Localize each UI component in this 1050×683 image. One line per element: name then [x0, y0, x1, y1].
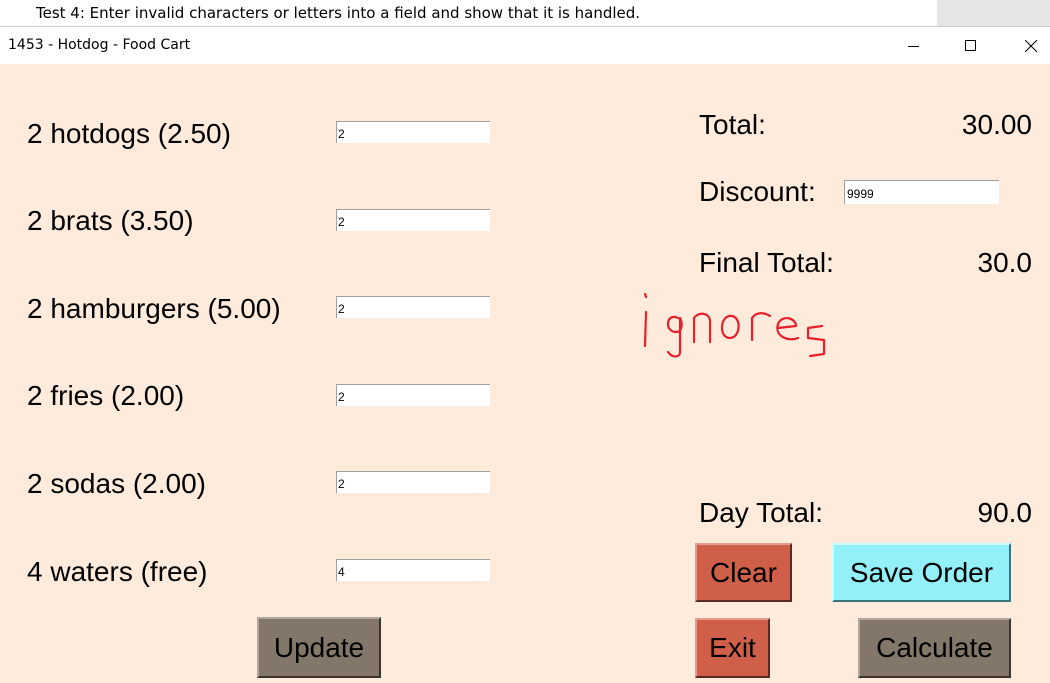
brats-quantity-input[interactable] [336, 209, 490, 231]
close-icon [1025, 39, 1037, 52]
fries-label: 2 fries (2.00) [27, 380, 185, 411]
sodas-label: 2 sodas (2.00) [27, 468, 206, 499]
discount-label: Discount: [699, 176, 816, 207]
calculate-button[interactable]: Calculate [858, 618, 1011, 678]
update-button[interactable]: Update [257, 617, 381, 678]
save-order-button[interactable]: Save Order [832, 543, 1011, 602]
sodas-quantity-input[interactable] [336, 471, 490, 493]
document-side-panel [937, 0, 1050, 26]
total-value: 30.00 [961, 109, 1032, 140]
window-title: 1453 - Hotdog - Food Cart [8, 37, 191, 53]
final-total-value: 30.0 [977, 247, 1033, 278]
waters-quantity-input[interactable] [336, 559, 490, 581]
hamburgers-quantity-input[interactable] [336, 296, 490, 318]
day-total-label: Day Total: [699, 497, 823, 528]
handwritten-ignores-annotation [643, 292, 826, 358]
hotdogs-quantity-input[interactable] [336, 121, 490, 143]
total-label: Total: [699, 109, 766, 140]
final-total-label: Final Total: [699, 247, 834, 278]
maximize-button[interactable] [948, 27, 994, 64]
minimize-icon [908, 45, 919, 47]
hotdogs-label: 2 hotdogs (2.50) [27, 118, 231, 149]
day-total-value: 90.0 [977, 497, 1033, 528]
brats-label: 2 brats (3.50) [27, 205, 194, 236]
exit-button[interactable]: Exit [695, 618, 770, 678]
minimize-button[interactable] [891, 27, 937, 64]
window-titlebar: 1453 - Hotdog - Food Cart [0, 26, 1050, 64]
document-strip: Test 4: Enter invalid characters or lett… [0, 0, 1050, 26]
waters-label: 4 waters (free) [27, 556, 208, 587]
maximize-icon [965, 39, 976, 51]
close-button[interactable] [1008, 27, 1050, 64]
discount-input[interactable] [844, 180, 999, 204]
clear-button[interactable]: Clear [695, 543, 792, 602]
hamburgers-label: 2 hamburgers (5.00) [27, 293, 281, 324]
fries-quantity-input[interactable] [336, 384, 490, 406]
test-caption: Test 4: Enter invalid characters or lett… [36, 4, 641, 22]
food-cart-form: 2 hotdogs (2.50) 2 brats (3.50) 2 hambur… [0, 64, 1050, 683]
